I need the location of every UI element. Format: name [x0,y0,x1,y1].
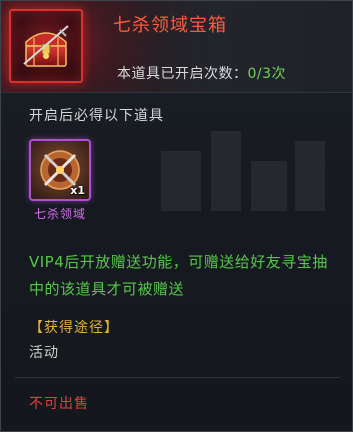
divider [15,377,340,378]
reward-item-slot[interactable]: x1 [29,139,91,201]
background-pattern-icon [161,131,325,211]
item-title: 七杀领域宝箱 [113,15,227,36]
reward-quantity: x1 [70,184,85,197]
source-label: 【获得途径】 [29,320,119,336]
open-count: 本道具已开启次数：0/3次 [117,63,286,83]
rewards-section-label: 开启后必得以下道具 [29,108,164,124]
open-count-label: 本道具已开启次数： [117,66,248,82]
source-value: 活动 [29,345,59,361]
item-description: VIP4后开放赠送功能，可赠送给好友寻宝抽中的该道具才可被赠送 [29,253,328,298]
item-tooltip: 七杀领域宝箱 本道具已开启次数：0/3次 开启后必得以下道具 x1 七杀领域 V… [0,0,353,432]
sell-status: 不可出售 [29,396,89,412]
reward-name: 七杀领域 [33,207,86,221]
item-icon-frame [9,9,83,83]
red-treasure-chest-icon [23,25,69,67]
open-count-value: 0/3次 [247,66,287,82]
tooltip-header: 七杀领域宝箱 本道具已开启次数：0/3次 [1,1,352,93]
